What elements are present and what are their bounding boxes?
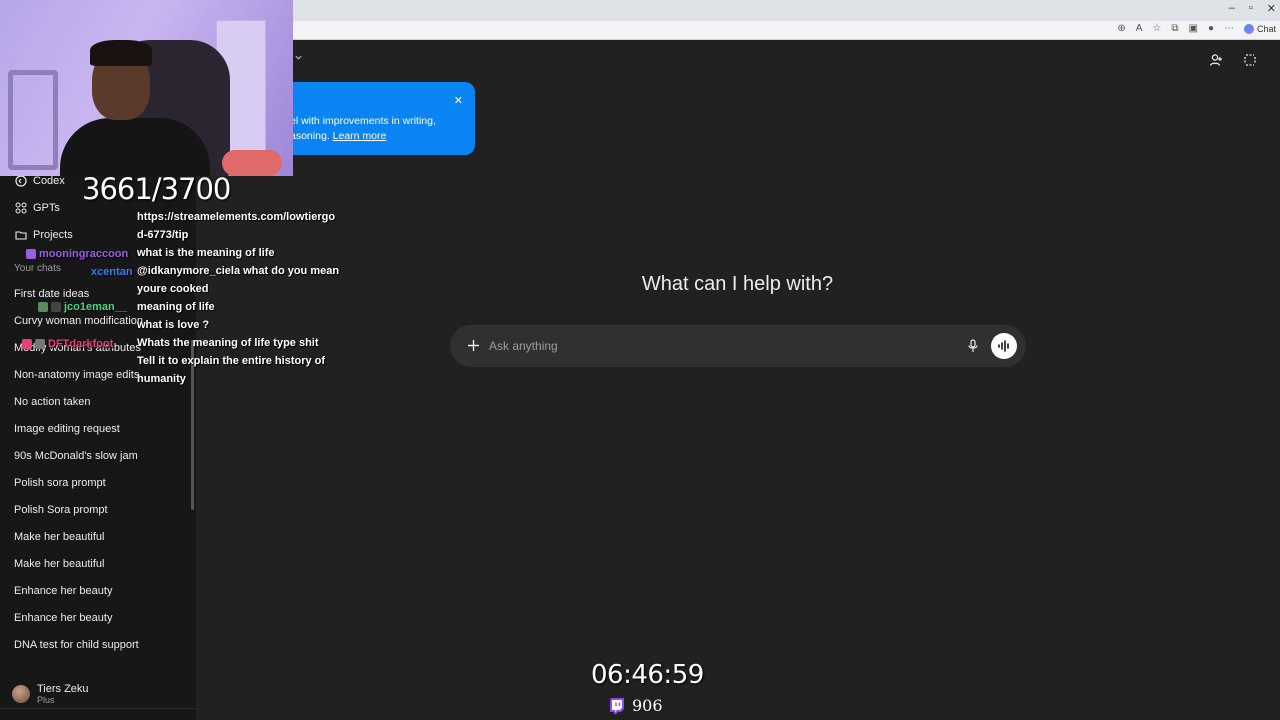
chat-username: jco1eman__ xyxy=(38,301,127,313)
chat-message: youre cooked xyxy=(137,283,209,295)
user-info: Tiers Zeku Plus xyxy=(37,683,89,705)
minimize-button[interactable]: – xyxy=(1229,2,1235,15)
close-icon[interactable]: ✕ xyxy=(454,94,463,107)
chat-history-item[interactable]: 90s McDonald's slow jam xyxy=(14,450,138,462)
chat-history-item[interactable]: Make her beautiful xyxy=(14,531,105,543)
sidebar-item-projects[interactable]: Projects xyxy=(14,228,73,241)
copilot-chat-button[interactable]: Chat xyxy=(1243,23,1276,34)
stream-uptime-timer: 06:46:59 xyxy=(591,660,704,690)
webcam-pillow xyxy=(222,150,282,176)
sub-goal-counter: 3661/3700 xyxy=(82,172,231,206)
banner-text: el with improvements in writing, asoning… xyxy=(290,114,470,144)
chat-message: humanity xyxy=(137,373,186,385)
menu-dots-icon[interactable]: ⋯ xyxy=(1224,23,1234,34)
browser-toolbar-icons: ⊕ A ☆ ⧉ ▣ ● ⋯ Chat xyxy=(1117,23,1276,34)
chat-message: what is love ? xyxy=(137,319,210,331)
prompt-input[interactable] xyxy=(489,336,949,356)
user-name: Tiers Zeku xyxy=(37,683,89,695)
viewer-count: 906 xyxy=(608,696,663,715)
prompt-composer xyxy=(450,325,1026,367)
chat-history-item[interactable]: Make her beautiful xyxy=(14,558,105,570)
webcam-person-body xyxy=(60,118,210,176)
chat-history-item[interactable]: DNA test for child support xyxy=(14,639,139,651)
zoom-icon[interactable]: ⊕ xyxy=(1117,23,1125,34)
chat-message: https://streamelements.com/lowtiergo xyxy=(137,211,336,223)
webcam-background-shelf xyxy=(8,70,58,170)
temporary-chat-icon[interactable] xyxy=(1242,52,1258,68)
user-plan: Plus xyxy=(37,695,55,705)
close-window-button[interactable]: ✕ xyxy=(1267,2,1276,15)
chat-message: @idkanymore_ciela what do you mean xyxy=(137,265,340,277)
chat-history-item[interactable]: Enhance her beauty xyxy=(14,585,112,597)
collections-icon[interactable]: ▣ xyxy=(1188,23,1197,34)
twitch-icon xyxy=(610,697,624,714)
chat-history-item[interactable]: Image editing request xyxy=(14,423,120,435)
chat-username: DFTdarkfoot xyxy=(22,338,113,350)
chat-username: mooningraccoon xyxy=(26,248,128,260)
chat-message: Whats the meaning of life type shit xyxy=(137,337,319,349)
plus-icon xyxy=(467,339,479,351)
add-person-icon[interactable] xyxy=(1208,52,1224,68)
subscriber-badge-icon xyxy=(26,249,36,260)
learn-more-link[interactable]: Learn more xyxy=(333,130,387,142)
window-controls: – ▫ ✕ xyxy=(1229,2,1276,15)
profile-icon[interactable]: ● xyxy=(1208,23,1214,34)
avatar xyxy=(12,685,30,703)
folder-icon xyxy=(14,228,27,241)
sidebar-item-label: Projects xyxy=(33,228,73,241)
sidebar-item-gpts[interactable]: GPTs xyxy=(14,201,60,214)
gpts-grid-icon xyxy=(14,201,27,214)
attach-plus-button[interactable] xyxy=(463,335,483,355)
chat-message: what is the meaning of life xyxy=(137,247,275,259)
maximize-button[interactable]: ▫ xyxy=(1249,2,1253,15)
chat-message: d-6773/tip xyxy=(137,229,189,241)
viewer-count-value: 906 xyxy=(632,696,663,715)
badge-icon xyxy=(51,302,61,313)
badge-icon xyxy=(22,339,32,350)
chat-history-item[interactable]: Polish Sora prompt xyxy=(14,504,108,516)
banner-line-1: el with improvements in writing, xyxy=(290,115,436,127)
chat-history-item[interactable]: Enhance her beauty xyxy=(14,612,112,624)
chat-username: xcentan xyxy=(91,266,133,278)
sidebar-item-label: GPTs xyxy=(33,201,60,214)
webcam-person-hair xyxy=(90,40,152,66)
sidebar-divider xyxy=(0,708,196,709)
streamer-webcam-overlay xyxy=(0,0,293,176)
read-aloud-icon[interactable]: A xyxy=(1136,23,1143,34)
header-actions xyxy=(1208,52,1258,68)
chat-history-item[interactable]: Non-anatomy image edits xyxy=(14,369,139,381)
voice-mode-button[interactable] xyxy=(991,333,1017,359)
chat-message: meaning of life xyxy=(137,301,215,313)
chat-history-item[interactable]: Polish sora prompt xyxy=(14,477,106,489)
model-update-banner: ✕ el with improvements in writing, asoni… xyxy=(270,82,475,155)
copilot-icon xyxy=(1243,23,1254,34)
sidebar-item-label: Codex xyxy=(33,174,65,187)
extensions-icon[interactable]: ⧉ xyxy=(1171,23,1178,34)
badge-icon xyxy=(35,339,45,350)
chat-history-item[interactable]: Curvy woman modification xyxy=(14,315,143,327)
banner-line-2: asoning. xyxy=(290,130,330,142)
copilot-chat-label: Chat xyxy=(1256,23,1276,34)
microphone-icon xyxy=(968,339,978,352)
waveform-icon xyxy=(998,340,1009,352)
model-selector-chevron-icon[interactable] xyxy=(294,53,303,65)
dictate-button[interactable] xyxy=(964,337,982,355)
chat-message: Tell it to explain the entire history of xyxy=(137,355,326,367)
user-account-button[interactable]: Tiers Zeku Plus xyxy=(12,683,89,705)
badge-icon xyxy=(38,302,48,313)
chat-history-item[interactable]: No action taken xyxy=(14,396,90,408)
favorite-star-icon[interactable]: ☆ xyxy=(1152,23,1161,34)
